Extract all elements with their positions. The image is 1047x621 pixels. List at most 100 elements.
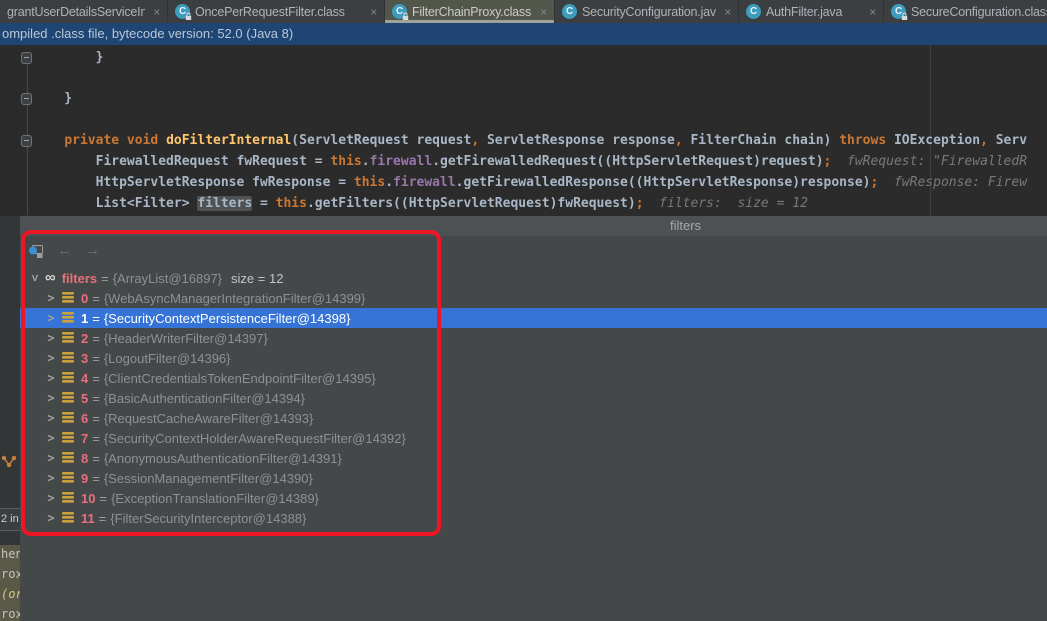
element-index: 4 (81, 371, 88, 386)
variable-row[interactable]: >8={AnonymousAuthenticationFilter@14391} (20, 448, 1047, 468)
variable-row[interactable]: >11={FilterSecurityInterceptor@14388} (20, 508, 1047, 528)
equals-sign: = (92, 371, 100, 386)
chevron-right-icon[interactable]: > (46, 391, 56, 405)
code-token: Serv (996, 133, 1027, 148)
code-token: filters (197, 196, 252, 211)
element-value: {ExceptionTranslationFilter@14389} (111, 491, 319, 506)
code-token: FirewalledRequest fwRequest = (33, 154, 330, 169)
close-icon[interactable]: × (153, 5, 160, 19)
close-icon[interactable]: × (540, 5, 547, 19)
variable-root-row[interactable]: > ∞ filters = {ArrayList@16897} size = 1… (20, 268, 1047, 288)
tab-label: FilterChainProxy.class (412, 5, 532, 19)
variable-row[interactable]: >9={SessionManagementFilter@14390} (20, 468, 1047, 488)
class-file-icon: C (746, 4, 761, 19)
hierarchy-icon[interactable] (1, 454, 17, 470)
close-icon[interactable]: × (724, 5, 731, 19)
chevron-right-icon[interactable]: > (46, 331, 56, 345)
variable-row[interactable]: >7 = {SecurityContextHolderAwareRequestFil… (20, 428, 1047, 448)
code-line[interactable]: } (33, 49, 103, 66)
code-token: ; (636, 196, 644, 211)
code-line[interactable]: } (33, 90, 72, 107)
code-token: this (276, 196, 307, 211)
variable-row[interactable]: >2={HeaderWriterFilter@14397} (20, 328, 1047, 348)
back-arrow-icon[interactable]: ← (57, 242, 72, 260)
equals-sign: = (92, 411, 100, 426)
tab-6[interactable]: CSecureConfiguration.class× (884, 0, 1047, 23)
evaluation-result-icon: ∞ (45, 271, 56, 285)
chevron-right-icon[interactable]: > (46, 411, 56, 425)
equals-sign: = (92, 351, 100, 366)
close-icon[interactable]: × (869, 5, 876, 19)
collection-size: size = 12 (231, 271, 283, 286)
tab-4[interactable]: CSecurityConfiguration.java× (555, 0, 739, 23)
implementations-label[interactable]: 2 in (0, 508, 20, 531)
class-file-icon: C (392, 4, 407, 19)
lock-icon (402, 12, 409, 21)
tab-3[interactable]: C FilterChainProxy.class × (385, 0, 555, 23)
decompiled-notification-bar: ompiled .class file, bytecode version: 5… (0, 23, 1047, 45)
element-index: 0 (81, 291, 88, 306)
array-element-icon (62, 431, 74, 446)
code-token: , (471, 133, 487, 148)
element-index: 1 (81, 311, 88, 326)
close-icon[interactable]: × (370, 5, 377, 19)
chevron-right-icon[interactable]: > (46, 311, 56, 325)
chevron-right-icon[interactable]: > (46, 291, 56, 305)
element-value: {SecurityContextPersistenceFilter@14398} (104, 311, 351, 326)
code-line[interactable]: HttpServletResponse fwResponse = this.fi… (33, 174, 1027, 191)
code-line[interactable]: FirewalledRequest fwRequest = this.firew… (33, 153, 1027, 170)
element-value: {LogoutFilter@14396} (104, 351, 231, 366)
forward-arrow-icon[interactable]: → (85, 242, 100, 260)
fold-marker-icon[interactable] (21, 93, 32, 105)
fold-marker-icon[interactable] (21, 135, 32, 147)
array-element-icon (62, 331, 74, 346)
element-index: 7 (81, 431, 88, 446)
class-letter: C (746, 4, 761, 19)
tab-1[interactable]: grantUserDetailsServiceImpl.java× (0, 0, 168, 23)
element-index: 9 (81, 471, 88, 486)
chevron-right-icon[interactable]: > (46, 351, 56, 365)
element-value: {SecurityContextHolderAwareRequestFilter… (104, 431, 406, 446)
code-token: ServletResponse response (487, 133, 675, 148)
lock-icon (185, 12, 192, 21)
chevron-right-icon[interactable]: > (46, 371, 56, 385)
variable-row[interactable]: >10={ExceptionTranslationFilter@14389} (20, 488, 1047, 508)
variable-row[interactable]: >5={BasicAuthenticationFilter@14394} (20, 388, 1047, 408)
chevron-down-icon[interactable]: > (28, 273, 42, 283)
code-editor[interactable]: } } private void doFilterInternal(Servle… (0, 45, 1047, 216)
chevron-right-icon[interactable]: > (46, 491, 56, 505)
tooltip-line: hen (1, 547, 20, 561)
notification-text: ompiled .class file, bytecode version: 5… (2, 26, 293, 41)
chevron-right-icon[interactable]: > (46, 511, 56, 525)
code-line[interactable]: private void doFilterInternal(ServletReq… (33, 132, 1027, 149)
background-tooltip-fragment: henroxy(orgroxy (0, 545, 20, 621)
equals-sign: = (99, 491, 107, 506)
fold-marker-icon[interactable] (21, 52, 32, 64)
element-value: {HeaderWriterFilter@14397} (104, 331, 268, 346)
debugger-variables-popup: ← → > ∞ filters = {ArrayList@16897} size… (20, 236, 1047, 621)
tab-2[interactable]: COncePerRequestFilter.class× (168, 0, 385, 23)
tab-5[interactable]: CAuthFilter.java× (739, 0, 884, 23)
code-token: .getFilters((HttpServletRequest)fwReques… (307, 196, 636, 211)
array-element-icon (62, 391, 74, 406)
variable-row[interactable]: >3={LogoutFilter@14396} (20, 348, 1047, 368)
code-token: firewall (370, 154, 433, 169)
equals-sign: = (92, 431, 100, 446)
chevron-right-icon[interactable]: > (46, 431, 56, 445)
equals-sign: = (99, 511, 107, 526)
popup-toolbar: ← → (28, 241, 100, 261)
variable-row[interactable]: >4={ClientCredentialsTokenEndpointFilter… (20, 368, 1047, 388)
variable-row[interactable]: >1={SecurityContextPersistenceFilter@143… (20, 308, 1047, 328)
element-value: {AnonymousAuthenticationFilter@14391} (104, 451, 342, 466)
equals-sign: = (92, 391, 100, 406)
element-index: 2 (81, 331, 88, 346)
chevron-right-icon[interactable]: > (46, 451, 56, 465)
code-line[interactable]: List<Filter> filters = this.getFilters((… (33, 195, 808, 212)
array-element-icon (62, 371, 74, 386)
popup-title-bar[interactable]: filters (20, 216, 1047, 236)
variable-row[interactable]: >6={RequestCacheAwareFilter@14393} (20, 408, 1047, 428)
view-options-icon[interactable] (28, 244, 44, 259)
variable-row[interactable]: >0={WebAsyncManagerIntegrationFilter@143… (20, 288, 1047, 308)
code-token: FilterChain chain) (690, 133, 839, 148)
chevron-right-icon[interactable]: > (46, 471, 56, 485)
